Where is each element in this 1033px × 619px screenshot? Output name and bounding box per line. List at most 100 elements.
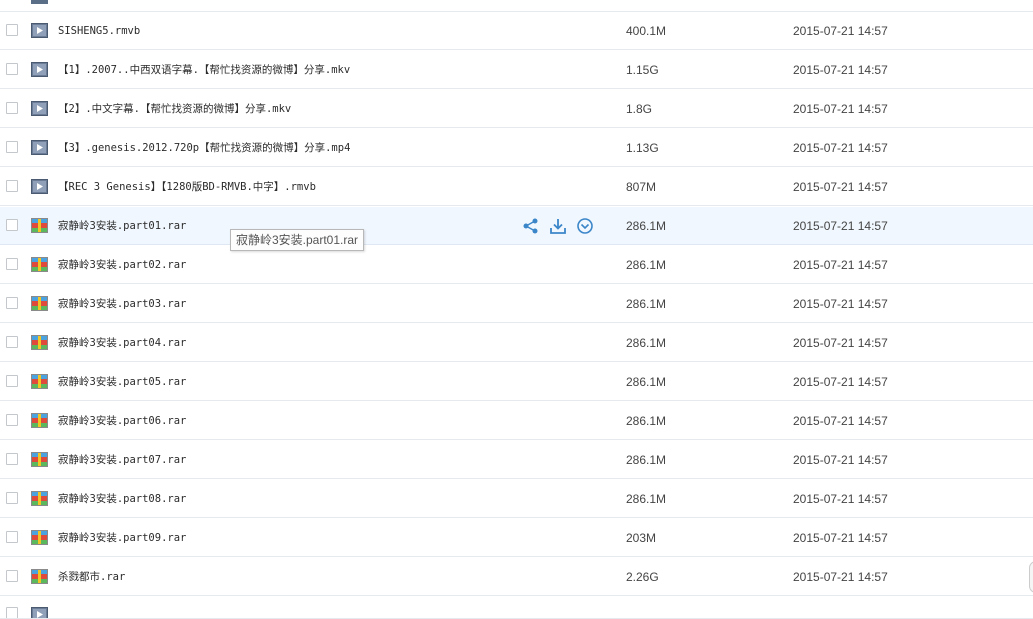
row-checkbox[interactable] [6,141,18,153]
video-file-icon [31,101,48,116]
file-row[interactable]: 寂静岭3安装.part02.rar 286.1M 2015-07-21 14:5… [0,246,1033,284]
file-date: 2015-07-21 14:57 [793,24,888,38]
archive-file-icon [31,413,48,428]
list-top-edge [0,0,1033,12]
file-row[interactable]: 寂静岭3安装.part08.rar 286.1M 2015-07-21 14:5… [0,480,1033,518]
file-date: 2015-07-21 14:57 [793,414,888,428]
file-size: 400.1M [626,24,667,38]
file-date: 2015-07-21 14:57 [793,336,888,350]
file-name[interactable]: 寂静岭3安装.part03.rar [58,285,186,323]
file-name[interactable]: SISHENG5.rmvb [58,12,140,50]
file-date: 2015-07-21 14:57 [793,258,888,272]
row-checkbox[interactable] [6,63,18,75]
file-size: 286.1M [626,258,667,272]
file-name[interactable]: 寂静岭3安装.part07.rar [58,441,186,479]
file-size: 1.13G [626,141,659,155]
file-row[interactable]: 【1】.2007..中西双语字幕.【帮忙找资源的微博】分享.mkv 1.15G … [0,51,1033,89]
row-checkbox[interactable] [6,453,18,465]
file-name[interactable]: 寂静岭3安装.part01.rar [58,207,186,245]
video-file-icon [31,23,48,38]
file-row[interactable]: SISHENG5.rmvb 400.1M 2015-07-21 14:57 [0,12,1033,50]
file-row-hovered[interactable]: 寂静岭3安装.part01.rar 286.1M 2015-07-21 14:5… [0,207,1033,245]
row-checkbox[interactable] [6,24,18,36]
scroll-handle[interactable] [1029,561,1033,593]
file-size: 286.1M [626,297,667,311]
file-name[interactable]: 【REC 3 Genesis】【1280版BD-RMVB.中字】.rmvb [58,168,316,206]
file-date: 2015-07-21 14:57 [793,63,888,77]
file-size: 286.1M [626,219,667,233]
download-icon[interactable] [549,217,567,235]
file-row[interactable]: 【3】.genesis.2012.720p【帮忙找资源的微博】分享.mp4 1.… [0,129,1033,167]
file-name[interactable]: 寂静岭3安装.part08.rar [58,480,186,518]
file-date: 2015-07-21 14:57 [793,570,888,584]
file-size: 286.1M [626,375,667,389]
file-row[interactable]: 寂静岭3安装.part04.rar 286.1M 2015-07-21 14:5… [0,324,1033,362]
row-checkbox[interactable] [6,336,18,348]
video-file-icon [31,179,48,194]
file-name[interactable]: 寂静岭3安装.part09.rar [58,519,186,557]
archive-file-icon [31,257,48,272]
row-checkbox[interactable] [6,375,18,387]
row-checkbox[interactable] [6,102,18,114]
file-row[interactable]: 【REC 3 Genesis】【1280版BD-RMVB.中字】.rmvb 80… [0,168,1033,206]
file-date: 2015-07-21 14:57 [793,219,888,233]
file-row[interactable]: 寂静岭3安装.part03.rar 286.1M 2015-07-21 14:5… [0,285,1033,323]
file-size: 286.1M [626,336,667,350]
file-name[interactable]: 寂静岭3安装.part06.rar [58,402,186,440]
file-size: 286.1M [626,492,667,506]
partial-file-icon [31,0,48,4]
archive-file-icon [31,569,48,584]
file-name[interactable]: 寂静岭3安装.part04.rar [58,324,186,362]
file-date: 2015-07-21 14:57 [793,180,888,194]
file-date: 2015-07-21 14:57 [793,102,888,116]
file-date: 2015-07-21 14:57 [793,141,888,155]
video-file-icon [31,140,48,155]
video-file-icon [31,607,48,618]
row-checkbox[interactable] [6,258,18,270]
row-checkbox[interactable] [6,219,18,231]
archive-file-icon [31,374,48,389]
file-size: 1.15G [626,63,659,77]
file-size: 2.26G [626,570,659,584]
file-name[interactable]: 【3】.genesis.2012.720p【帮忙找资源的微博】分享.mp4 [58,129,350,167]
more-dropdown-icon[interactable] [576,217,594,235]
file-size: 807M [626,180,657,194]
file-row-partial[interactable] [0,597,1033,619]
file-size: 203M [626,531,657,545]
file-name[interactable]: 杀戮都市.rar [58,558,125,596]
file-row[interactable]: 寂静岭3安装.part09.rar 203M 2015-07-21 14:57 [0,519,1033,557]
archive-file-icon [31,296,48,311]
file-row[interactable]: 【2】.中文字幕.【帮忙找资源的微博】分享.mkv 1.8G 2015-07-2… [0,90,1033,128]
row-checkbox[interactable] [6,570,18,582]
file-name[interactable]: 寂静岭3安装.part02.rar [58,246,186,284]
row-checkbox[interactable] [6,297,18,309]
file-name[interactable]: 寂静岭3安装.part05.rar [58,363,186,401]
row-checkbox[interactable] [6,492,18,504]
archive-file-icon [31,335,48,350]
row-checkbox[interactable] [6,414,18,426]
file-date: 2015-07-21 14:57 [793,297,888,311]
archive-file-icon [31,530,48,545]
file-row[interactable]: 杀戮都市.rar 2.26G 2015-07-21 14:57 [0,558,1033,596]
file-name[interactable]: 【1】.2007..中西双语字幕.【帮忙找资源的微博】分享.mkv [58,51,350,89]
archive-file-icon [31,452,48,467]
share-icon[interactable] [522,217,540,235]
file-size: 286.1M [626,414,667,428]
file-row[interactable]: 寂静岭3安装.part07.rar 286.1M 2015-07-21 14:5… [0,441,1033,479]
file-date: 2015-07-21 14:57 [793,531,888,545]
row-checkbox[interactable] [6,180,18,192]
file-date: 2015-07-21 14:57 [793,375,888,389]
archive-file-icon [31,491,48,506]
filename-tooltip: 寂静岭3安装.part01.rar [230,229,365,251]
file-date: 2015-07-21 14:57 [793,453,888,467]
file-date: 2015-07-21 14:57 [793,492,888,506]
file-row[interactable]: 寂静岭3安装.part06.rar 286.1M 2015-07-21 14:5… [0,402,1033,440]
row-checkbox[interactable] [6,607,18,618]
file-row[interactable]: 寂静岭3安装.part05.rar 286.1M 2015-07-21 14:5… [0,363,1033,401]
row-checkbox[interactable] [6,531,18,543]
file-size: 286.1M [626,453,667,467]
archive-file-icon [31,218,48,233]
file-name[interactable]: 【2】.中文字幕.【帮忙找资源的微博】分享.mkv [58,90,291,128]
row-actions [522,217,603,235]
file-size: 1.8G [626,102,653,116]
